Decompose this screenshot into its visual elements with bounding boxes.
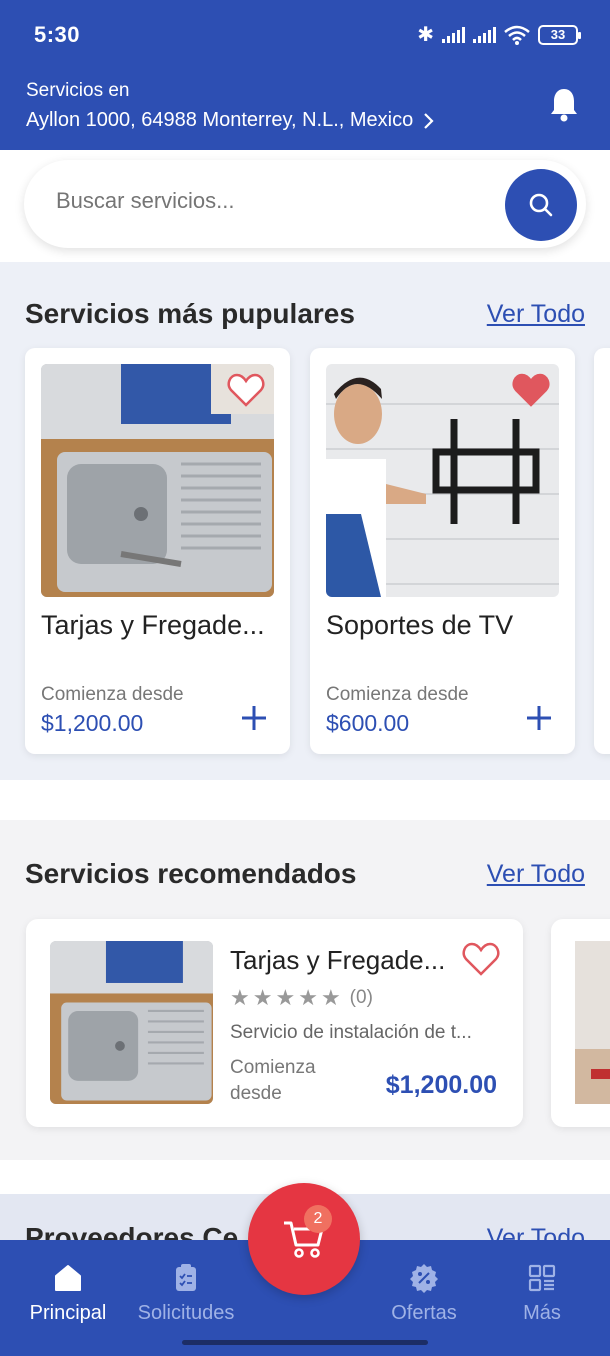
recommended-from-label: Comienza desde — [230, 1057, 316, 1104]
service-from-label: Comienza desde — [41, 684, 184, 705]
search-button[interactable] — [505, 169, 577, 241]
recommended-see-all-link[interactable]: Ver Todo — [487, 860, 585, 889]
search-area — [0, 150, 610, 262]
location-selector[interactable]: Ayllon 1000, 64988 Monterrey, N.L., Mexi… — [26, 109, 435, 132]
star-icon: ★ — [252, 985, 273, 1010]
star-icon: ★ — [275, 985, 296, 1010]
service-card[interactable]: Tarjas y Fregade... Comienza desde $1,20… — [25, 348, 290, 754]
home-icon — [55, 1265, 81, 1291]
rating-stars: ★ ★ ★ ★ ★ (0) — [230, 985, 373, 1011]
location-address: Ayllon 1000, 64988 Monterrey, N.L., Mexi… — [26, 109, 414, 131]
favorite-heart-icon[interactable] — [227, 372, 265, 408]
service-title: Tarjas y Fregade... — [41, 610, 265, 640]
star-icon: ★ — [320, 985, 341, 1010]
search-input[interactable] — [56, 188, 476, 214]
nav-label: Principal — [29, 1302, 107, 1324]
service-image-sink — [50, 941, 213, 1104]
service-card-peek[interactable] — [594, 348, 610, 754]
recommended-description: Servicio de instalación de t... — [230, 1022, 472, 1043]
nav-label: Solicitudes — [137, 1302, 235, 1324]
grid-icon — [528, 1264, 556, 1292]
search-icon — [529, 193, 553, 217]
chevron-right-icon — [424, 112, 434, 129]
star-icon: ★ — [230, 985, 250, 1010]
service-card[interactable]: Soportes de TV Comienza desde $600.00 — [310, 348, 575, 754]
popular-see-all-link[interactable]: Ver Todo — [487, 300, 585, 329]
add-icon[interactable] — [525, 704, 553, 732]
nav-label: Más — [523, 1302, 561, 1324]
status-time: 5:30 — [34, 22, 81, 47]
nav-item-principal[interactable]: Principal — [8, 1262, 128, 1325]
signal-icon-2 — [473, 26, 496, 43]
favorite-heart-icon[interactable] — [462, 941, 500, 977]
search-box — [24, 160, 586, 248]
clipboard-icon — [176, 1264, 196, 1291]
nav-item-ofertas[interactable]: Ofertas — [364, 1262, 484, 1325]
signal-icon — [442, 26, 465, 43]
discount-icon — [410, 1264, 438, 1293]
service-from-label: Comienza desde — [326, 684, 469, 705]
status-bar: 5:30 ✱ 33 — [0, 0, 610, 70]
recommended-price: $1,200.00 — [385, 1071, 497, 1099]
recommended-title: Tarjas y Fregade... — [230, 945, 446, 975]
battery-icon: 33 — [538, 24, 581, 45]
rating-count: (0) — [349, 987, 373, 1008]
location-label: Servicios en — [26, 80, 130, 101]
recommended-card-peek[interactable] — [551, 919, 610, 1127]
star-icon: ★ — [298, 985, 318, 1010]
nav-item-solicitudes[interactable]: Solicitudes — [126, 1262, 246, 1325]
popular-services-section: Servicios más pupulares Ver Todo Tarjas … — [0, 262, 610, 780]
service-title: Soportes de TV — [326, 610, 514, 640]
recommended-section-title: Servicios recomendados — [25, 858, 357, 889]
bluetooth-icon: ✱ — [417, 24, 434, 46]
popular-section-title: Servicios más pupulares — [25, 298, 355, 329]
recommended-card[interactable]: Tarjas y Fregade... ★ ★ ★ ★ ★ (0) Servic… — [26, 919, 523, 1127]
add-icon[interactable] — [240, 704, 268, 732]
bell-icon[interactable] — [548, 86, 580, 122]
recommended-services-section: Servicios recomendados Ver Todo Tarjas y… — [0, 820, 610, 1160]
cart-count-badge: 2 — [304, 1205, 332, 1233]
nav-label: Ofertas — [391, 1302, 457, 1324]
nav-item-mas[interactable]: Más — [482, 1262, 602, 1325]
wifi-icon — [504, 25, 530, 45]
home-indicator[interactable] — [182, 1340, 428, 1345]
service-price: $1,200.00 — [41, 710, 144, 736]
status-icons: ✱ 33 — [417, 22, 581, 47]
favorite-heart-icon[interactable] — [512, 372, 550, 408]
cart-button[interactable]: 2 — [248, 1183, 360, 1295]
service-price: $600.00 — [326, 710, 410, 736]
app-header: 5:30 ✱ 33 Servicios en Ayllon 1000, 6498… — [0, 0, 610, 150]
